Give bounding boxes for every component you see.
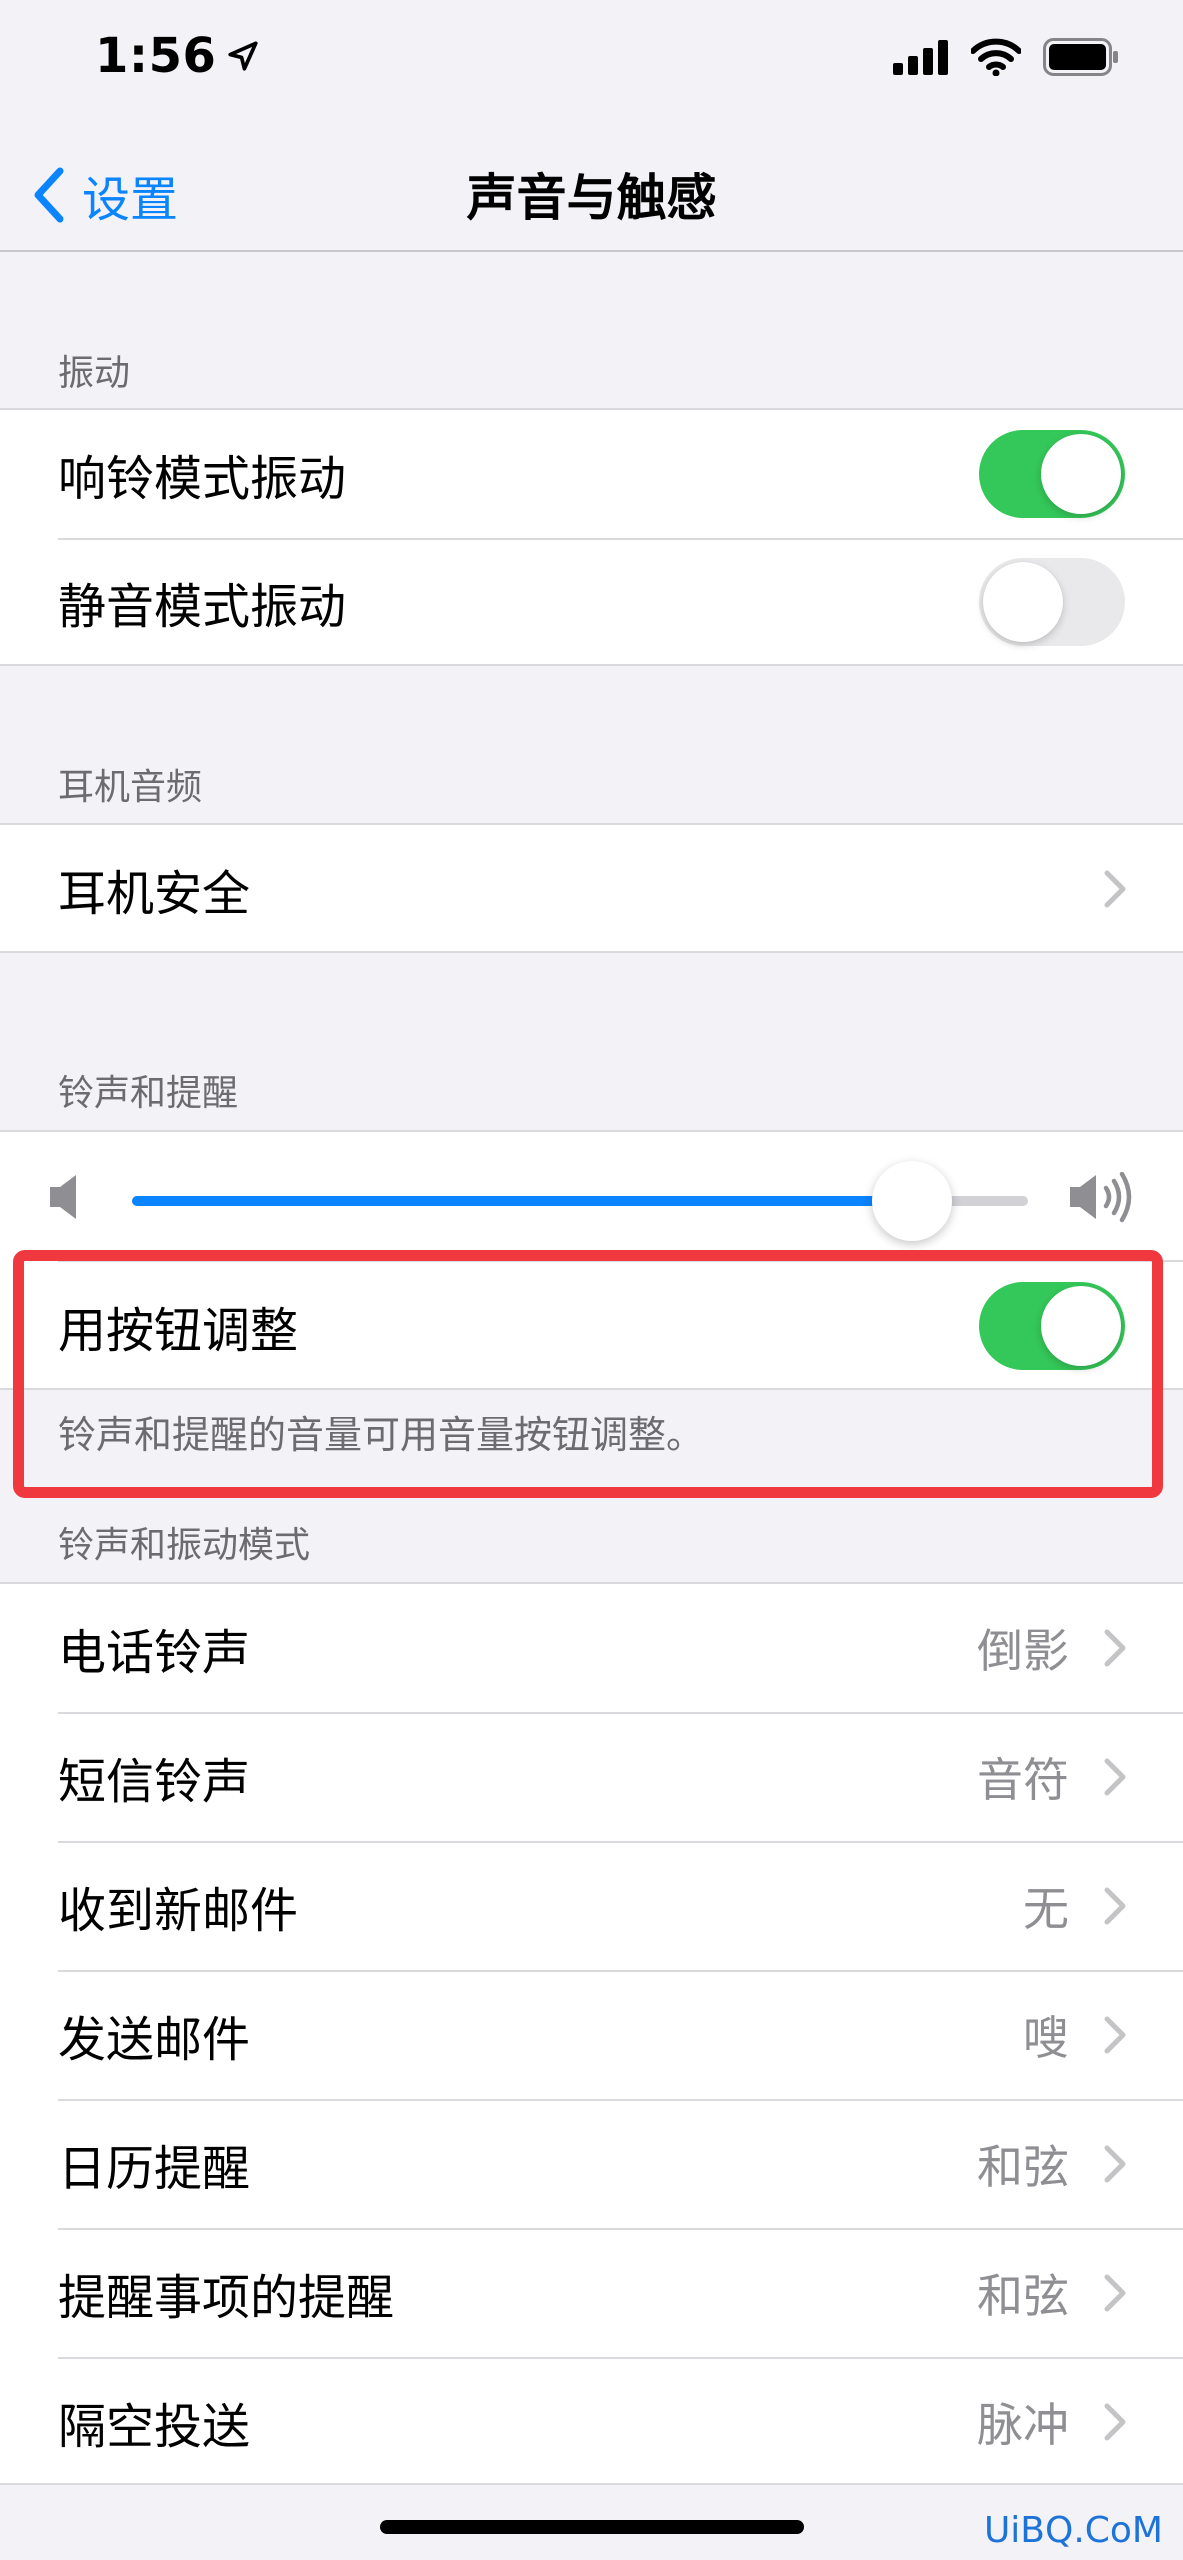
toggle-knob [983, 562, 1063, 642]
change-with-buttons-toggle[interactable] [979, 1282, 1125, 1370]
row-label: 日历提醒 [58, 2141, 251, 2197]
battery-icon [1043, 38, 1118, 76]
row-label: 发送邮件 [58, 2012, 251, 2068]
row-value: 和弦 [977, 2140, 1069, 2194]
row-label: 收到新邮件 [58, 1883, 299, 1939]
pattern-row[interactable]: 电话铃声 倒影 [0, 1584, 1183, 1712]
patterns-group: 电话铃声 倒影 短信铃声 音符 收到新邮件无发送邮件嗖日历提醒 和弦 提醒事项的提醒 和弦 隔空… [0, 1582, 1183, 2485]
row-value: 倒影 [977, 1624, 1069, 1678]
wifi-icon [971, 38, 1021, 76]
pattern-row[interactable]: 隔空投送 脉冲 [0, 2358, 1183, 2486]
row-vibrate-on-silent: 静音模式振动 [0, 538, 1183, 666]
ringer-footer-note: 铃声和提醒的音量可用音量按钮调整。 [58, 1413, 705, 1457]
chevron-right-icon [1104, 2145, 1126, 2183]
cellular-signal-icon [893, 40, 948, 75]
row-value: 嗖 [1023, 2011, 1069, 2065]
row-value: 音符 [977, 1753, 1069, 1807]
section-header-ringer: 铃声和提醒 [58, 1073, 239, 1114]
chevron-right-icon [1104, 1758, 1126, 1796]
row-value: 无 [1023, 1882, 1069, 1936]
row-label: 耳机安全 [58, 866, 251, 922]
vibration-group: 响铃模式振动 静音模式振动 [0, 408, 1183, 666]
row-label: 用按钮调整 [58, 1303, 299, 1359]
chevron-right-icon [1104, 2016, 1126, 2054]
row-label: 电话铃声 [58, 1625, 251, 1681]
row-label: 短信铃声 [58, 1754, 251, 1810]
status-indicators [893, 38, 1119, 76]
row-change-with-buttons: 用按钮调整 [0, 1262, 1183, 1390]
headphone-group: 耳机安全 [0, 823, 1183, 953]
row-label: 响铃模式振动 [58, 451, 347, 507]
toggle-knob [1041, 1286, 1121, 1366]
page-title: 声音与触感 [466, 169, 717, 227]
row-label: 静音模式振动 [58, 579, 347, 635]
slider-fill [132, 1196, 912, 1206]
vibrate-on-silent-toggle[interactable] [979, 558, 1125, 646]
volume-high-icon [1070, 1171, 1132, 1223]
row-vibrate-on-ring: 响铃模式振动 [0, 410, 1183, 538]
location-arrow-icon [228, 41, 258, 71]
pattern-row[interactable]: 日历提醒 和弦 [0, 2100, 1183, 2228]
pattern-row[interactable]: 短信铃声 音符 [0, 1713, 1183, 1841]
chevron-right-icon [1104, 1887, 1126, 1925]
home-indicator [380, 2520, 804, 2534]
section-header-patterns: 铃声和振动模式 [58, 1525, 311, 1566]
volume-low-icon [50, 1175, 76, 1219]
row-label: 隔空投送 [58, 2399, 251, 2455]
pattern-row[interactable]: 提醒事项的提醒 和弦 [0, 2229, 1183, 2357]
row-headphone-safety[interactable]: 耳机安全 [0, 825, 1183, 953]
section-header-vibration: 振动 [58, 353, 131, 394]
slider-thumb[interactable] [871, 1161, 952, 1241]
watermark: UiBQ.CoM [983, 2510, 1163, 2551]
toggle-knob [1041, 434, 1121, 514]
row-value: 脉冲 [977, 2398, 1069, 2452]
vibrate-on-ring-toggle[interactable] [979, 430, 1125, 518]
chevron-right-icon [1104, 2403, 1126, 2441]
pattern-row[interactable]: 收到新邮件 无 [0, 1842, 1183, 1970]
section-header-headphone: 耳机音频 [58, 767, 203, 808]
clock: 1:56 [95, 28, 217, 84]
chevron-right-icon [1104, 1629, 1126, 1667]
chevron-right-icon [1104, 2274, 1126, 2312]
row-value: 和弦 [977, 2269, 1069, 2323]
status-time: 1:56 [95, 28, 260, 84]
row-label: 提醒事项的提醒 [58, 2270, 395, 2326]
pattern-row[interactable]: 发送邮件 嗖 [0, 1971, 1183, 2099]
chevron-right-icon [1104, 870, 1126, 908]
